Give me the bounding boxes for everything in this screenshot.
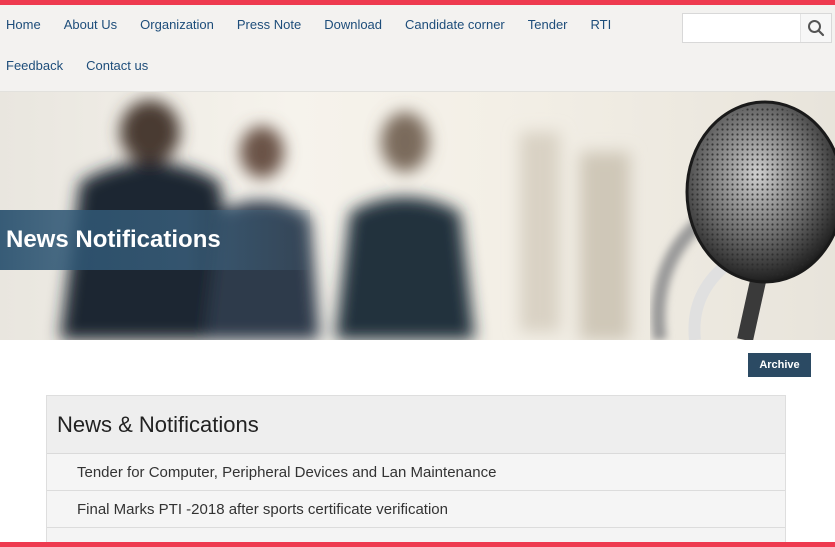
nav-about-us[interactable]: About Us [64,17,117,32]
news-item[interactable]: Final Marks PTI -2018 after sports certi… [47,491,785,528]
bottom-accent-stripe [0,542,835,547]
search-icon [808,20,825,37]
nav-rti[interactable]: RTI [591,17,612,32]
nav-download[interactable]: Download [324,17,382,32]
news-panel-header: News & Notifications [47,396,785,454]
nav-tender[interactable]: Tender [528,17,568,32]
site-header: Home About Us Organization Press Note Do… [0,5,835,92]
archive-button[interactable]: Archive [748,353,811,377]
nav-organization[interactable]: Organization [140,17,214,32]
nav-press-note[interactable]: Press Note [237,17,301,32]
search-button[interactable] [800,14,831,42]
main-nav-row-1: Home About Us Organization Press Note Do… [0,17,628,32]
news-notifications-panel: News & Notifications Tender for Computer… [46,395,786,545]
nav-contact-us[interactable]: Contact us [86,58,148,73]
main-nav-row-2: Feedback Contact us [0,58,165,73]
nav-feedback[interactable]: Feedback [6,58,63,73]
nav-candidate-corner[interactable]: Candidate corner [405,17,505,32]
banner-title: News Notifications [6,226,221,253]
search-box [682,13,832,43]
news-panel-heading: News & Notifications [57,411,259,437]
hero-banner: News Notifications [0,92,835,340]
news-item[interactable]: Tender for Computer, Peripheral Devices … [47,454,785,491]
search-input[interactable] [683,14,801,42]
nav-home[interactable]: Home [6,17,41,32]
